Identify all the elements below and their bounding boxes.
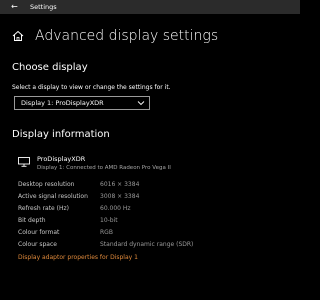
info-label: Bit depth: [18, 217, 46, 224]
info-value: 60.000 Hz: [100, 205, 131, 212]
display-select-dropdown[interactable]: Display 1: ProDisplayXDR: [14, 96, 150, 110]
home-icon[interactable]: [12, 30, 24, 42]
display-information-heading: Display information: [12, 129, 110, 140]
title-bar: ← Settings: [0, 0, 300, 14]
info-row-colour-space: Colour space Standard dynamic range (SDR…: [18, 241, 288, 250]
info-value: Standard dynamic range (SDR): [100, 241, 194, 248]
window-title: Settings: [30, 3, 57, 11]
display-connection: Display 1: Connected to AMD Radeon Pro V…: [37, 165, 171, 171]
info-value: 6016 × 3384: [100, 181, 140, 188]
info-row-colour-format: Colour format RGB: [18, 229, 288, 238]
chevron-down-icon: [137, 101, 145, 106]
info-label: Refresh rate (Hz): [18, 205, 70, 212]
page-title: Advanced display settings: [35, 28, 219, 44]
info-value: RGB: [100, 229, 113, 236]
choose-display-heading: Choose display: [12, 62, 88, 73]
monitor-icon: [18, 157, 30, 167]
display-select-value: Display 1: ProDisplayXDR: [21, 99, 104, 107]
info-row-active-signal-resolution: Active signal resolution 3008 × 3384: [18, 193, 288, 202]
info-label: Active signal resolution: [18, 193, 88, 200]
info-value: 3008 × 3384: [100, 193, 140, 200]
choose-display-description: Select a display to view or change the s…: [12, 84, 171, 91]
info-row-bit-depth: Bit depth 10-bit: [18, 217, 288, 226]
info-label: Colour format: [18, 229, 60, 236]
display-adaptor-properties-link[interactable]: Display adaptor properties for Display 1: [18, 254, 138, 262]
info-label: Desktop resolution: [18, 181, 75, 188]
display-name: ProDisplayXDR: [37, 155, 86, 163]
info-value: 10-bit: [100, 217, 118, 224]
info-label: Colour space: [18, 241, 57, 248]
info-row-refresh-rate: Refresh rate (Hz) 60.000 Hz: [18, 205, 288, 214]
back-arrow-icon[interactable]: ←: [11, 2, 18, 12]
info-row-desktop-resolution: Desktop resolution 6016 × 3384: [18, 181, 288, 190]
